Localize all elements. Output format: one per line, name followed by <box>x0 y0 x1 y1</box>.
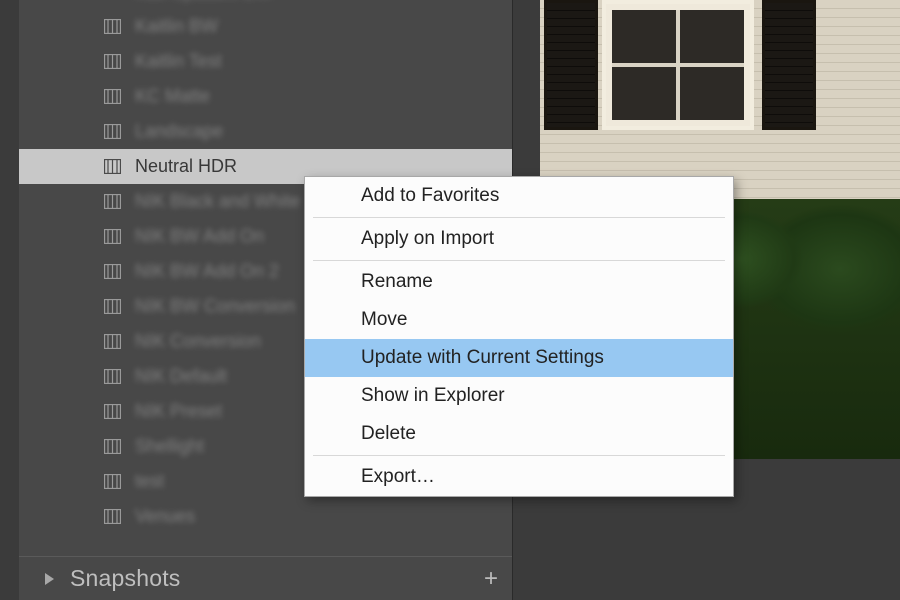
preset-label: NIK Default <box>135 366 227 387</box>
preset-item[interactable]: Venues <box>19 499 512 534</box>
preset-label: test <box>135 471 164 492</box>
menu-item[interactable]: Move <box>305 301 733 339</box>
preset-label: NIK Preset <box>135 401 222 422</box>
menu-separator <box>313 260 725 261</box>
preset-grid-icon <box>104 229 121 244</box>
disclosure-triangle-icon[interactable] <box>45 573 54 585</box>
menu-item[interactable]: Update with Current Settings <box>305 339 733 377</box>
preview-window <box>602 0 754 130</box>
snapshots-title: Snapshots <box>70 565 484 592</box>
add-snapshot-icon[interactable]: + <box>484 567 498 591</box>
preset-grid-icon <box>104 299 121 314</box>
app-root: Kait Updates BW Kaitlin BW Kaitlin Test KC … <box>0 0 900 600</box>
preset-grid-icon <box>104 474 121 489</box>
preset-grid-icon <box>104 439 121 454</box>
preset-item[interactable]: Kaitlin BW <box>19 9 512 44</box>
preset-grid-icon <box>104 54 121 69</box>
menu-separator <box>313 455 725 456</box>
preset-label: Venues <box>135 506 195 527</box>
preset-grid-icon <box>104 404 121 419</box>
preset-label: Landscape <box>135 121 223 142</box>
preset-label: Kaitlin Test <box>135 51 222 72</box>
preset-grid-icon <box>104 369 121 384</box>
menu-item[interactable]: Apply on Import <box>305 220 733 258</box>
preset-grid-icon <box>104 19 121 34</box>
menu-separator <box>313 217 725 218</box>
preset-label: Kaitlin BW <box>135 16 218 37</box>
preset-grid-icon <box>104 89 121 104</box>
preset-label: NIK BW Add On 2 <box>135 261 279 282</box>
preset-label: Kait Updates BW <box>135 0 272 2</box>
preset-grid-icon <box>104 334 121 349</box>
menu-item[interactable]: Rename <box>305 263 733 301</box>
preset-item[interactable]: Kait Updates BW <box>19 0 512 9</box>
menu-item[interactable]: Add to Favorites <box>305 177 733 215</box>
preset-grid-icon <box>104 159 121 174</box>
preset-item[interactable]: Landscape <box>19 114 512 149</box>
preset-label: KC Matte <box>135 86 210 107</box>
preset-item[interactable]: KC Matte <box>19 79 512 114</box>
menu-item[interactable]: Show in Explorer <box>305 377 733 415</box>
menu-item[interactable]: Delete <box>305 415 733 453</box>
preset-context-menu: Add to Favorites Apply on Import RenameMov… <box>304 176 734 497</box>
preset-label: NIK BW Conversion <box>135 296 295 317</box>
preset-grid-icon <box>104 124 121 139</box>
preset-grid-icon <box>104 264 121 279</box>
preset-label: Shellight <box>135 436 204 457</box>
preset-grid-icon <box>104 194 121 209</box>
preset-label: NIK Conversion <box>135 331 261 352</box>
snapshots-panel-header[interactable]: Snapshots + <box>19 556 512 600</box>
preset-label: NIK Black and White <box>135 191 300 212</box>
preset-label: Neutral HDR <box>135 156 237 177</box>
preset-label: NIK BW Add On <box>135 226 264 247</box>
preview-shutter-right <box>762 0 816 130</box>
preset-grid-icon <box>104 509 121 524</box>
menu-item[interactable]: Export… <box>305 458 733 496</box>
preview-shutter-left <box>544 0 598 130</box>
preset-item[interactable]: Kaitlin Test <box>19 44 512 79</box>
